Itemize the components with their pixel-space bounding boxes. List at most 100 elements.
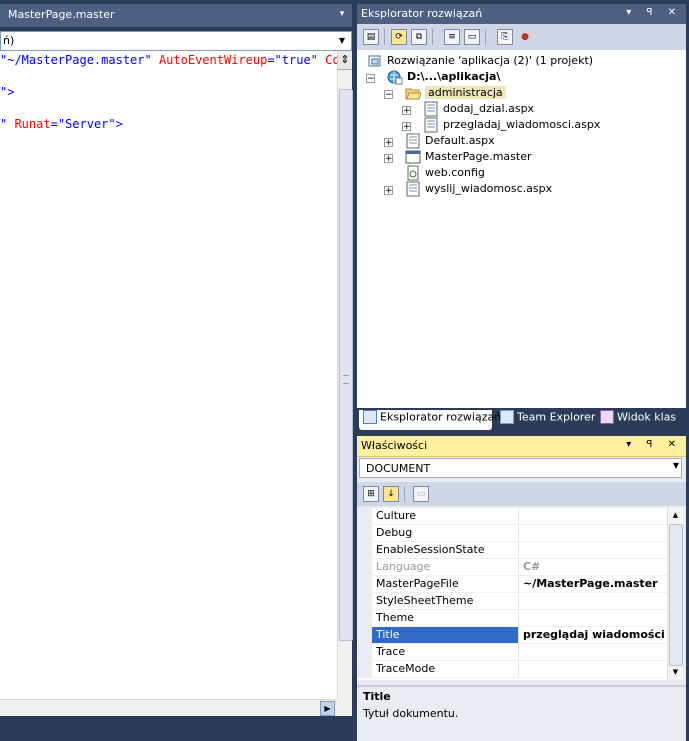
property-name[interactable]: MasterPageFile bbox=[372, 576, 519, 592]
tab-solution-explorer[interactable]: Eksplorator rozwiązań bbox=[359, 410, 501, 430]
properties-panel: Właściwości ▾ ꟼ ✕ DOCUMENT ▼ ⊞ ↓ ▭ Cultu… bbox=[357, 436, 686, 741]
code-line: "~/MasterPage.master" AutoEventWireup="t… bbox=[0, 53, 337, 67]
code-token: "~/MasterPage.master" bbox=[0, 53, 152, 67]
splitter-handle-icon[interactable]: ⇕ bbox=[338, 51, 352, 70]
chevron-down-icon[interactable]: ▼ bbox=[335, 34, 349, 48]
chevron-down-icon[interactable]: ▼ bbox=[673, 461, 679, 470]
code-token: "> bbox=[0, 85, 15, 99]
solution-explorer-header: Eksplorator rozwiązań ▾ ꟼ ✕ bbox=[357, 4, 686, 24]
property-pages-icon[interactable]: ▭ bbox=[413, 486, 429, 502]
aspx-file-icon bbox=[406, 181, 420, 197]
property-value[interactable] bbox=[520, 542, 667, 558]
code-token: AutoEventWireup bbox=[151, 53, 268, 67]
property-name[interactable]: Culture bbox=[372, 508, 519, 524]
nest-files-icon[interactable]: ⧉ bbox=[411, 29, 427, 45]
properties-header: Właściwości ▾ ꟼ ✕ bbox=[357, 436, 686, 457]
property-row[interactable]: Trace bbox=[357, 644, 667, 661]
property-value[interactable] bbox=[520, 508, 667, 524]
collapse-icon[interactable]: − bbox=[366, 74, 375, 84]
scroll-right-icon[interactable]: ▶ bbox=[320, 701, 335, 716]
solution-explorer-title: Eksplorator rozwiązań bbox=[361, 7, 483, 20]
view-code-icon[interactable]: ≡ bbox=[444, 29, 460, 45]
copy-website-icon[interactable]: ⎘ bbox=[497, 29, 513, 45]
web-project-icon bbox=[387, 70, 403, 85]
property-value[interactable]: C# bbox=[520, 559, 667, 575]
expand-icon[interactable]: + bbox=[402, 106, 411, 116]
property-row[interactable]: Debug bbox=[357, 525, 667, 542]
tab-team-explorer[interactable]: Team Explorer bbox=[496, 410, 596, 430]
tab-class-view[interactable]: Widok klas bbox=[596, 410, 684, 430]
property-name[interactable]: Language bbox=[372, 559, 519, 575]
property-row[interactable]: Theme bbox=[357, 610, 667, 627]
code-token: > bbox=[115, 117, 123, 131]
property-grid-scrollbar[interactable]: ▲ ▼ bbox=[667, 508, 683, 680]
property-value[interactable] bbox=[520, 644, 667, 660]
property-row[interactable]: TraceMode bbox=[357, 661, 667, 678]
code-text-area[interactable]: "~/MasterPage.master" AutoEventWireup="t… bbox=[0, 51, 337, 699]
expand-icon[interactable]: + bbox=[384, 154, 393, 164]
property-row[interactable]: MasterPageFile ~/MasterPage.master bbox=[357, 576, 667, 593]
property-value[interactable] bbox=[520, 610, 667, 626]
tree-folder-label: administracja bbox=[425, 86, 506, 99]
property-name[interactable]: Debug bbox=[372, 525, 519, 541]
property-name[interactable]: TraceMode bbox=[372, 661, 519, 677]
property-row[interactable]: Title przeglądaj wiadomości bbox=[357, 627, 667, 644]
property-row[interactable]: EnableSessionState bbox=[357, 542, 667, 559]
code-line: " Runat="Server"> bbox=[0, 117, 123, 131]
panel-window-buttons[interactable]: ▾ ꟼ ✕ bbox=[626, 439, 682, 450]
scrollbar-corner bbox=[337, 699, 352, 716]
scrollbar-thumb[interactable] bbox=[339, 89, 353, 641]
scroll-up-icon[interactable]: ▲ bbox=[668, 508, 683, 523]
expand-icon[interactable]: + bbox=[384, 138, 393, 148]
row-gutter bbox=[357, 508, 372, 524]
open-folder-icon bbox=[405, 88, 421, 100]
property-name[interactable]: EnableSessionState bbox=[372, 542, 519, 558]
editor-horizontal-scrollbar[interactable]: ▶ bbox=[0, 699, 337, 716]
tree-file-label: web.config bbox=[425, 166, 485, 179]
property-name[interactable]: Title bbox=[372, 627, 519, 643]
asp-config-icon[interactable]: ● bbox=[517, 29, 533, 45]
property-value[interactable]: ~/MasterPage.master bbox=[520, 576, 667, 592]
code-token: Runat bbox=[7, 117, 51, 131]
close-icon[interactable]: ▾ bbox=[337, 9, 347, 19]
property-row[interactable]: StyleSheetTheme bbox=[357, 593, 667, 610]
expand-icon[interactable]: + bbox=[384, 186, 393, 196]
row-gutter bbox=[357, 576, 372, 592]
aspx-file-icon bbox=[424, 117, 438, 133]
editor-object-dropdown[interactable]: ń) ▼ bbox=[0, 31, 352, 51]
categorized-icon[interactable]: ⊞ bbox=[363, 486, 379, 502]
scroll-down-icon[interactable]: ▼ bbox=[668, 665, 683, 680]
solution-explorer-toolbar: ▤ ⟳ ⧉ ≡ ▭ ⎘ ● bbox=[357, 24, 686, 50]
property-row[interactable]: Culture bbox=[357, 508, 667, 525]
properties-object-dropdown[interactable]: DOCUMENT ▼ bbox=[359, 458, 682, 478]
property-name[interactable]: Trace bbox=[372, 644, 519, 660]
editor-document-tab[interactable]: MasterPage.master ▾ bbox=[0, 4, 352, 27]
properties-toolbar: ⊞ ↓ ▭ bbox=[357, 482, 686, 506]
tab-label: Eksplorator rozwiązań bbox=[380, 410, 502, 424]
tree-file-label: dodaj_dzial.aspx bbox=[443, 102, 535, 115]
alphabetical-sort-icon[interactable]: ↓ bbox=[383, 486, 399, 502]
tree-file-label: przegladaj_wiadomosci.aspx bbox=[443, 118, 601, 131]
property-value[interactable] bbox=[520, 525, 667, 541]
properties-icon[interactable]: ▤ bbox=[363, 29, 379, 45]
property-value[interactable] bbox=[520, 593, 667, 609]
refresh-icon[interactable]: ⟳ bbox=[391, 29, 407, 45]
row-gutter bbox=[357, 559, 372, 575]
solution-icon bbox=[368, 55, 381, 67]
scrollbar-thumb[interactable] bbox=[669, 524, 683, 666]
property-row[interactable]: Language C# bbox=[357, 559, 667, 576]
tree-file-label: wyslij_wiadomosc.aspx bbox=[425, 182, 553, 195]
view-designer-icon[interactable]: ▭ bbox=[464, 29, 480, 45]
code-token: = bbox=[50, 117, 58, 131]
tab-label: Team Explorer bbox=[517, 410, 596, 424]
property-value[interactable]: przeglądaj wiadomości bbox=[520, 627, 667, 643]
panel-window-buttons[interactable]: ▾ ꟼ ✕ bbox=[626, 7, 682, 18]
property-name[interactable]: StyleSheetTheme bbox=[372, 593, 519, 609]
expand-icon[interactable]: + bbox=[402, 122, 411, 132]
property-value[interactable] bbox=[520, 661, 667, 677]
collapse-icon[interactable]: − bbox=[384, 90, 393, 100]
editor-vertical-scrollbar[interactable]: ⇕ bbox=[337, 51, 353, 699]
editor-dropdown-value: ń) bbox=[3, 34, 15, 47]
property-name[interactable]: Theme bbox=[372, 610, 519, 626]
solution-tree: Rozwiązanie 'aplikacja (2)' (1 projekt) … bbox=[357, 50, 686, 408]
